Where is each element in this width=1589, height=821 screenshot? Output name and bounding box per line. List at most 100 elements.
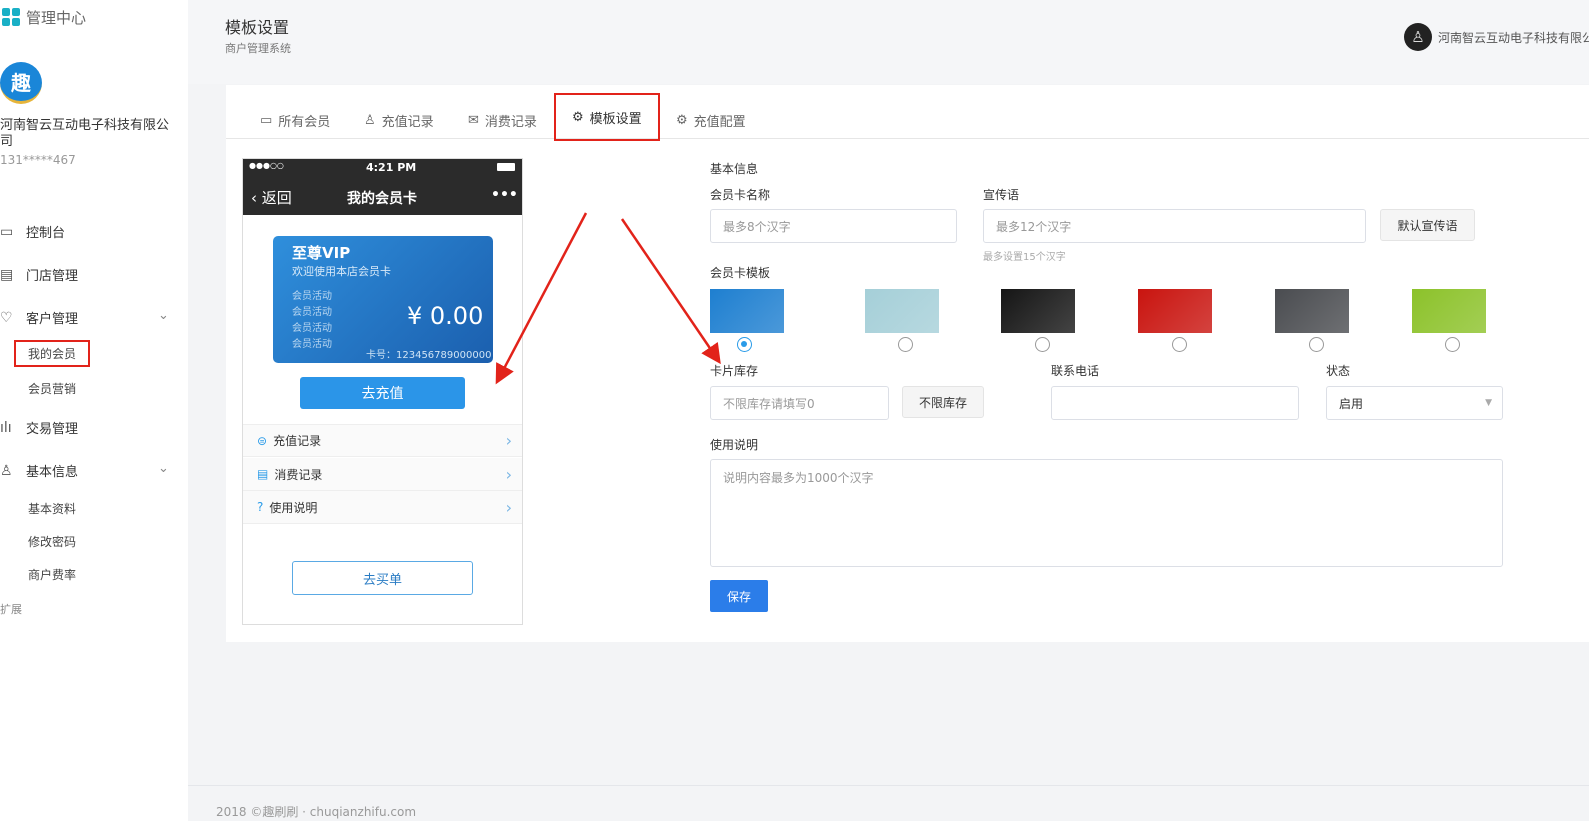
instructions-row[interactable]: ? 使用说明 › xyxy=(243,491,522,524)
nav-extend[interactable]: 扩展 xyxy=(0,601,22,617)
description-label: 使用说明 xyxy=(710,438,759,452)
tab-recharge-records[interactable]: ♙ 充值记录 xyxy=(364,111,434,130)
nav-profile[interactable]: 基本资料 xyxy=(28,500,76,517)
chevron-right-icon: › xyxy=(505,497,512,517)
help-icon: ? xyxy=(257,500,264,514)
description-textarea[interactable]: 说明内容最多为1000个汉字 xyxy=(710,459,1503,567)
nav-my-members[interactable]: 我的会员 xyxy=(14,340,91,367)
nav-customers[interactable]: ♡ 客户管理 xyxy=(0,308,78,328)
app-logo-icon xyxy=(2,8,20,26)
nav-merchant-rate[interactable]: 商户费率 xyxy=(28,566,76,583)
template-swatch-black[interactable] xyxy=(1001,289,1075,333)
card-number: 卡号：123456789000000 xyxy=(366,350,492,361)
app-title: 管理中心 xyxy=(26,9,87,27)
save-button[interactable]: 保存 xyxy=(710,580,768,612)
sidebar: 管理中心 趣 河南智云互动电子科技有限公司 131*****467 ▭ 控制台 ▤… xyxy=(0,0,188,821)
row-label: 使用说明 xyxy=(269,500,318,515)
recharge-button[interactable]: 去充值 xyxy=(300,377,465,409)
template-radio-3[interactable] xyxy=(1035,337,1050,352)
card-name: 至尊VIP xyxy=(292,244,351,262)
pay-button[interactable]: 去买单 xyxy=(292,561,473,595)
store-icon: ▤ xyxy=(0,266,14,283)
monitor-icon: ▭ xyxy=(260,113,273,128)
card-activities: 会员活动 会员活动 会员活动 会员活动 xyxy=(292,291,332,350)
section-title: 基本信息 xyxy=(710,162,759,176)
nav-label: 门店管理 xyxy=(26,269,79,284)
template-radio-5[interactable] xyxy=(1309,337,1324,352)
bar-chart-icon: ılı xyxy=(0,419,12,436)
company-avatar: 趣 xyxy=(0,62,42,104)
nav-member-marketing[interactable]: 会员营销 xyxy=(28,380,76,397)
card-name-label: 会员卡名称 xyxy=(710,188,771,202)
default-slogan-button[interactable]: 默认宣传语 xyxy=(1380,209,1475,241)
company-name: 河南智云互动电子科技有限公司 xyxy=(0,118,170,149)
chevron-right-icon: › xyxy=(505,464,512,484)
card-balance: ¥ 0.00 xyxy=(407,302,484,330)
tab-consumption-records[interactable]: ✉ 消费记录 xyxy=(468,111,537,130)
phone-input[interactable] xyxy=(1051,386,1299,420)
gear-icon: ⚙ xyxy=(676,113,688,128)
page-header: 模板设置 商户管理系统 ♙ 河南智云互动电子科技有限公司 xyxy=(188,0,1589,84)
battery-icon xyxy=(497,163,515,171)
chevron-down-icon: ⌄ xyxy=(158,308,169,323)
tab-label: 充值配置 xyxy=(693,115,746,130)
content-card: ▭ 所有会员 ♙ 充值记录 ✉ 消费记录 ⚙ 模板设置 ⚙ 充值配置 ●●●○○ 4:21… xyxy=(226,85,1589,642)
template-radio-6[interactable] xyxy=(1445,337,1460,352)
nav-change-password[interactable]: 修改密码 xyxy=(28,533,76,550)
caret-down-icon: ▼ xyxy=(1485,398,1492,408)
chevron-right-icon: › xyxy=(505,431,512,450)
footer-copyright: 2018 ©趣刷刷 · chuqianzhifu.com xyxy=(216,805,417,819)
template-radio-2[interactable] xyxy=(898,337,913,352)
monitor-icon: ▭ xyxy=(0,223,14,240)
user-avatar-icon[interactable]: ♙ xyxy=(1404,23,1432,51)
card-name-input[interactable]: 最多8个汉字 xyxy=(710,209,957,243)
clipboard-icon: ▤ xyxy=(257,467,269,481)
user-icon: ♙ xyxy=(0,462,13,479)
mail-icon: ✉ xyxy=(468,113,479,128)
nav-label: 控制台 xyxy=(26,226,66,241)
nav-label: 交易管理 xyxy=(26,422,79,437)
template-radio-1[interactable] xyxy=(737,337,752,352)
member-card-preview: 至尊VIP 欢迎使用本店会员卡 会员活动 会员活动 会员活动 会员活动 ¥ 0.00 … xyxy=(273,236,493,363)
slogan-input[interactable]: 最多12个汉字 xyxy=(983,209,1366,243)
nav-stores[interactable]: ▤ 门店管理 xyxy=(0,265,79,285)
status-select[interactable]: 启用 ▼ xyxy=(1326,386,1503,420)
status-label: 状态 xyxy=(1326,364,1351,378)
consumption-records-row[interactable]: ▤ 消费记录 › xyxy=(243,458,522,491)
stock-input[interactable]: 不限库存请填写0 xyxy=(710,386,889,420)
status-time: 4:21 PM xyxy=(366,161,417,174)
recharge-records-row[interactable]: ⊜ 充值记录 › xyxy=(243,424,522,457)
tab-all-members[interactable]: ▭ 所有会员 xyxy=(260,111,330,130)
row-label: 消费记录 xyxy=(274,467,323,482)
template-radio-4[interactable] xyxy=(1172,337,1187,352)
template-swatch-gray[interactable] xyxy=(1275,289,1349,333)
page-subtitle: 商户管理系统 xyxy=(225,42,291,55)
template-swatch-green[interactable] xyxy=(1412,289,1486,333)
tab-label: 所有会员 xyxy=(278,115,331,130)
page-title: 模板设置 xyxy=(225,18,290,37)
company-phone: 131*****467 xyxy=(0,153,76,167)
nav-basic-info[interactable]: ♙ 基本信息 xyxy=(0,461,79,481)
user-name[interactable]: 河南智云互动电子科技有限公司 xyxy=(1438,29,1589,46)
template-swatch-red[interactable] xyxy=(1138,289,1212,333)
back-label: 返回 xyxy=(261,189,292,207)
chevron-down-icon: ⌄ xyxy=(158,461,169,476)
slogan-label: 宣传语 xyxy=(983,188,1020,202)
heart-icon: ♡ xyxy=(0,309,13,326)
template-swatch-blue[interactable] xyxy=(710,289,784,333)
tab-label: 模板设置 xyxy=(589,111,642,127)
nav-transactions[interactable]: ılı 交易管理 xyxy=(0,418,79,438)
nav-label: 基本信息 xyxy=(26,465,79,480)
stock-label: 卡片库存 xyxy=(710,364,759,378)
card-slogan: 欢迎使用本店会员卡 xyxy=(292,265,391,278)
tab-recharge-config[interactable]: ⚙ 充值配置 xyxy=(676,111,746,130)
back-button[interactable]: ‹ 返回 xyxy=(251,187,292,208)
coin-icon: ⊜ xyxy=(257,433,268,448)
unlimited-stock-button[interactable]: 不限库存 xyxy=(902,386,984,418)
template-label: 会员卡模板 xyxy=(710,266,771,280)
nav-dashboard[interactable]: ▭ 控制台 xyxy=(0,222,66,242)
slogan-hint: 最多设置15个汉字 xyxy=(983,252,1066,263)
tab-template-settings[interactable]: ⚙ 模板设置 xyxy=(554,93,660,141)
more-icon[interactable]: ••• xyxy=(491,187,518,203)
template-swatch-lightblue[interactable] xyxy=(865,289,939,333)
